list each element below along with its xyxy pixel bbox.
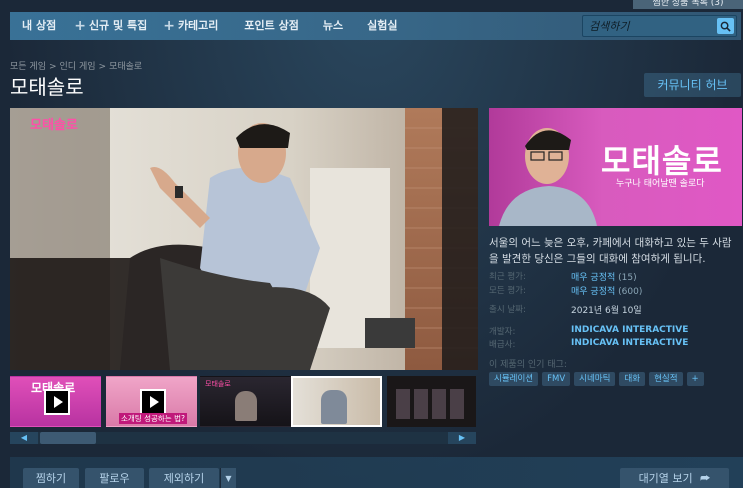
tag-conversation[interactable]: 대화 [619,372,646,386]
recent-reviews-row: 최근 평가: 매우 긍정적 (15) [489,270,637,283]
tag-cinematic[interactable]: 시네마틱 [574,372,616,386]
add-to-wishlist-button[interactable]: 찜하기 [23,468,79,488]
play-icon [44,389,70,415]
breadcrumb-separator: > [98,62,107,72]
nav-item-label: 신규 및 특집 [88,19,148,32]
thumbnail-figure [235,391,257,421]
all-reviews-label: 모든 평가: [489,286,526,296]
publisher-label: 배급사: [489,340,516,350]
nav-item-my-store[interactable]: 내 상점 [10,12,68,40]
nav-item-labs[interactable]: 실험실 [355,12,409,40]
search-input[interactable] [583,19,713,33]
developer-link[interactable]: INDICAVA INTERACTIVE [571,325,688,337]
play-icon [140,389,166,415]
store-navbar: 내 상점 + 신규 및 특집 + 카테고리 포인트 상점 뉴스 실험실 [10,12,741,40]
publisher-row: 배급사: INDICAVA INTERACTIVE [489,338,688,350]
thumbnail-image-5[interactable] [387,376,476,427]
thumbnail-caption: 소개팅 성공하는 법? [119,413,187,424]
plus-icon: + [74,18,86,34]
top-strip: 찜한 상품 목록 (3) [0,0,743,12]
scroll-left-button[interactable]: ◀ [10,432,38,444]
release-date-row: 출시 날짜: 2021년 6월 10일 [489,303,642,316]
thumbnail-image-3[interactable]: 모태솔로 [200,376,291,427]
game-description: 서울의 어느 늦은 오후, 카페에서 대화하고 있는 두 사람을 발견한 당신은… [489,237,732,265]
tag-more-button[interactable]: + [686,372,704,386]
developer-label: 개발자: [489,327,516,337]
thumbnail-image-4[interactable] [291,376,382,427]
thumbnail-video-2[interactable]: 소개팅 성공하는 법? [106,376,197,427]
game-capsule-image: 모태솔로 누구나 태어날땐 솔로다 [489,108,742,226]
recent-reviews-value[interactable]: 매우 긍정적 (15) [571,270,637,283]
publisher-link[interactable]: INDICAVA INTERACTIVE [571,338,688,350]
nav-item-categories[interactable]: + 카테고리 [159,12,230,40]
chevron-down-icon: ▼ [225,474,232,483]
search-icon [720,21,731,32]
all-reviews-value[interactable]: 매우 긍정적 (600) [571,284,642,297]
nav-item-points-shop[interactable]: 포인트 상점 [230,12,310,40]
thumbnail-caption: 모태솔로 [205,380,231,388]
thumbnail-grid [396,389,466,419]
thumbnail-scrollbar[interactable]: ◀ ▶ [10,432,476,444]
wishlist-count-button[interactable]: 찜한 상품 목록 (3) [633,0,743,9]
nav-item-label: 내 상점 [22,19,57,32]
thumbnail-video-1[interactable]: 모태솔로 [10,376,101,427]
thumbnail-figure [321,390,347,424]
ignore-button[interactable]: 제외하기 [149,468,219,488]
nav-item-news[interactable]: 뉴스 [311,12,355,40]
nav-item-label: 카테고리 [177,19,219,32]
view-queue-button[interactable]: 대기열 보기 ⮫ [620,468,729,488]
all-reviews-row: 모든 평가: 매우 긍정적 (600) [489,284,642,297]
follow-button[interactable]: 팔로우 [85,468,144,488]
popular-tags-label: 이 제품의 인기 태그: [489,360,567,370]
nav-item-label: 뉴스 [322,19,344,32]
page-title: 모태솔로 [10,75,84,99]
nav-item-label: 실험실 [367,19,398,32]
media-thumbnail-strip: 모태솔로 소개팅 성공하는 법? 모태솔로 [10,374,476,428]
nav-item-new-and-featured[interactable]: + 신규 및 특집 [68,12,159,40]
search-button[interactable] [717,18,734,34]
recent-reviews-label: 최근 평가: [489,272,526,282]
release-date-label: 출시 날짜: [489,305,526,315]
capsule-subtitle: 누구나 태어날땐 솔로다 [616,179,705,189]
tag-simulation[interactable]: 시뮬레이션 [489,372,539,386]
community-hub-button[interactable]: 커뮤니티 허브 [644,73,741,97]
video-overlay-logo: 모태솔로 [30,118,78,133]
video-frame-image [10,108,478,370]
scrollbar-handle[interactable] [40,432,96,444]
breadcrumb-link-current[interactable]: 모태솔로 [109,62,142,72]
popular-tags: 시뮬레이션 FMV 시네마틱 대화 현실적 + [489,372,704,386]
plus-icon: + [163,18,175,34]
scroll-right-button[interactable]: ▶ [448,432,476,444]
queue-arrow-icon: ⮫ [700,472,711,485]
release-date-value: 2021년 6월 10일 [571,306,642,316]
search-box [582,15,737,37]
view-queue-label: 대기열 보기 [638,472,693,485]
developer-row: 개발자: INDICAVA INTERACTIVE [489,325,688,337]
ignore-dropdown-button[interactable]: ▼ [220,468,236,488]
nav-item-label: 포인트 상점 [244,19,299,32]
tag-realistic[interactable]: 현실적 [649,372,683,386]
main-video-player[interactable]: 모태솔로 [10,108,478,370]
tag-fmv[interactable]: FMV [542,372,571,386]
